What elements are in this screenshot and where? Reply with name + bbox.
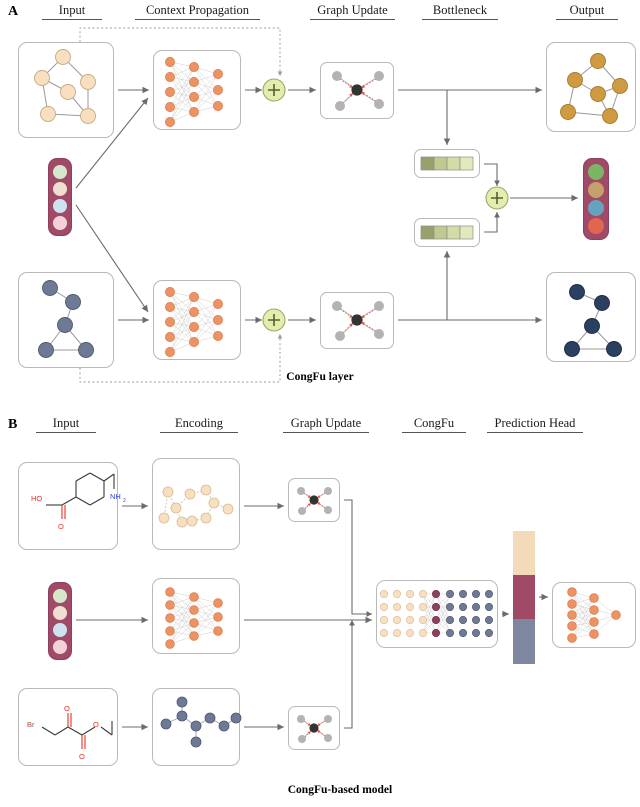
output-drug-graph-nodes [560, 53, 628, 124]
cell-input-graph-nodes [38, 280, 94, 358]
plus-operator-bottleneck [485, 186, 509, 210]
encoding-graph-bottom-nodes [160, 696, 242, 748]
label-ho: HO [31, 494, 42, 503]
label-br: Br [27, 720, 35, 729]
congfu-block-right-nodes [445, 589, 493, 637]
figure-canvas: A B Input Context Propagation Graph Upda… [0, 0, 640, 807]
molecule-ethyl-bromopyruvate-labels: Br O O O [27, 704, 99, 761]
prediction-mlp-nodes [567, 587, 621, 643]
output-cell-graph-nodes [564, 284, 622, 357]
graph-update-b-top-glyph [297, 487, 332, 515]
graph-update-bottom-glyph [332, 301, 384, 341]
panel-b-merge-lines [344, 499, 372, 729]
plus-operator-top [262, 78, 286, 102]
congfu-block-edges [422, 593, 451, 634]
molecule-tranexamic-acid [46, 472, 115, 519]
congfu-block-left-nodes [379, 589, 427, 637]
label-nh2: NH [110, 492, 121, 501]
graph-update-b-bottom-glyph [297, 715, 332, 743]
molecule-ethyl-bromopyruvate [41, 713, 113, 749]
label-o-1: O [58, 522, 64, 531]
label-o-2: O [64, 704, 70, 713]
bottleneck-bar-top [420, 156, 474, 171]
label-nh2-subscript: 2 [123, 498, 126, 504]
encoding-mlp-nodes [165, 587, 223, 649]
bottleneck-bar-bottom [420, 225, 474, 240]
plus-operator-bottom [262, 308, 286, 332]
graph-update-top-glyph [332, 71, 384, 111]
diagram-vector-layer: HO O NH 2 Br O O O [27, 27, 628, 761]
label-o-4: O [93, 720, 99, 729]
label-o-3: O [79, 752, 85, 761]
congfu-block-center-nodes [431, 589, 440, 637]
